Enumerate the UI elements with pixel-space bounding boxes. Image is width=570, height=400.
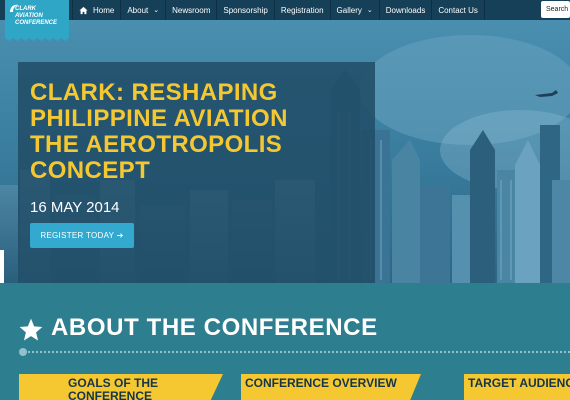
hero-title-line: THE AEROTROPOLIS: [30, 131, 283, 158]
nav-item-sponsorship[interactable]: Sponsorship: [216, 0, 273, 20]
nav-label-registration: Registration: [280, 5, 324, 15]
nav-label-gallery: Gallery: [336, 5, 362, 15]
hero-title-line: PHILIPPINE AVIATION: [30, 105, 288, 132]
logo-fringe-decoration: [5, 36, 69, 41]
section-divider: [23, 351, 570, 353]
logo-line: CLARK: [15, 6, 36, 12]
logo-wordmark: CLARK AVIATION CONFERENCE: [15, 6, 57, 27]
search-input[interactable]: Search: [541, 1, 570, 18]
nav-item-about[interactable]: About ⌄: [120, 0, 165, 20]
nav-label-home: Home: [93, 5, 115, 15]
hero-title-line: CLARK: RESHAPING: [30, 79, 278, 106]
logo-line: AVIATION: [15, 13, 43, 19]
nav-label-about: About: [127, 5, 149, 15]
nav-label-contact-us: Contact Us: [438, 5, 478, 15]
logo-line: CONFERENCE: [15, 20, 58, 26]
register-today-button[interactable]: REGISTER TODAY ➔: [30, 223, 134, 248]
nav-item-contact-us[interactable]: Contact Us: [431, 0, 485, 20]
card-overview-label: CONFERENCE OVERVIEW: [245, 376, 397, 390]
nav-item-home[interactable]: Home: [72, 0, 120, 20]
nav-item-downloads[interactable]: Downloads: [378, 0, 432, 20]
nav-label-sponsorship: Sponsorship: [223, 5, 268, 15]
top-nav: Home About ⌄ Newsroom Sponsorship Regist…: [0, 0, 570, 20]
chevron-down-icon: ⌄: [153, 7, 160, 14]
star-icon: [19, 318, 43, 341]
event-date: 16 MAY 2014: [30, 199, 120, 216]
nav-label-downloads: Downloads: [385, 5, 426, 15]
nav-label-newsroom: Newsroom: [172, 5, 211, 15]
clark-aviation-logo[interactable]: CLARK AVIATION CONFERENCE: [5, 0, 69, 38]
nav-item-registration[interactable]: Registration: [273, 0, 330, 20]
nav-item-gallery[interactable]: Gallery ⌄: [329, 0, 379, 20]
card-goals-label: GOALS OF THE CONFERENCE: [68, 376, 158, 400]
chevron-down-icon: ⌄: [366, 7, 373, 14]
card-target-audience-label: TARGET AUDIENCE: [468, 376, 570, 390]
hero-title: CLARK: RESHAPING PHILIPPINE AVIATION THE…: [30, 80, 370, 184]
hero-title-line: CONCEPT: [30, 157, 151, 184]
home-icon: [79, 6, 88, 14]
about-heading: ABOUT THE CONFERENCE: [51, 314, 378, 341]
nav-item-newsroom[interactable]: Newsroom: [165, 0, 216, 20]
